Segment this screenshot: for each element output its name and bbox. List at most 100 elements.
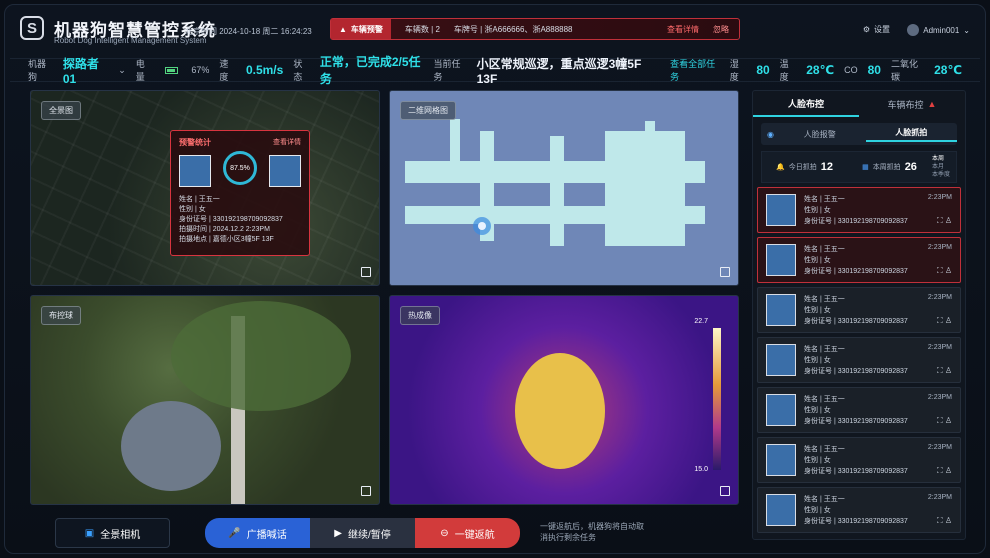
panorama-camera-button[interactable]: ▣ 全景相机 bbox=[55, 518, 170, 548]
person-icon[interactable]: ♙ bbox=[945, 516, 952, 525]
capture-card[interactable]: 姓名 | 王五一 性别 | 女 身份证号 | 33019219870909283… bbox=[757, 337, 961, 383]
task-value: 小区常规巡逻，重点巡逻3幢5F 13F bbox=[476, 56, 642, 86]
person-icon[interactable]: ♙ bbox=[945, 266, 952, 275]
camera-panel[interactable]: 布控球 bbox=[30, 295, 380, 505]
return-home-button[interactable]: ⊖ 一键返航 bbox=[415, 518, 520, 548]
camera-tag: 布控球 bbox=[41, 306, 81, 325]
capture-card[interactable]: 姓名 | 王五一 性别 | 女 身份证号 | 33019219870909283… bbox=[757, 237, 961, 283]
capture-card[interactable]: 姓名 | 王五一 性别 | 女 身份证号 | 33019219870909283… bbox=[757, 187, 961, 233]
thermal-panel[interactable]: 热成像 22.7 15.0 bbox=[389, 295, 739, 505]
battery-label: 电量 bbox=[135, 59, 145, 82]
card-info: 姓名 | 王五一 性别 | 女 身份证号 | 33019219870909283… bbox=[804, 444, 908, 477]
card-actions: ⛶ ♙ bbox=[937, 266, 952, 276]
avatar bbox=[907, 24, 920, 36]
tab-vehicle-control[interactable]: 车辆布控 ▲ bbox=[859, 91, 965, 117]
period-week[interactable]: 本周 bbox=[932, 155, 950, 163]
card-gender: 性别 | 女 bbox=[804, 457, 831, 464]
pause-resume-button[interactable]: ▶ 继续/暂停 bbox=[310, 518, 415, 548]
capture-card[interactable]: 姓名 | 王五一 性别 | 女 身份证号 | 33019219870909283… bbox=[757, 387, 961, 433]
expand-icon[interactable]: ⛶ bbox=[937, 266, 943, 275]
capture-card[interactable]: 姓名 | 王五一 性别 | 女 身份证号 | 33019219870909283… bbox=[757, 437, 961, 483]
panorama-label: 全景相机 bbox=[100, 529, 141, 541]
tab-face-control[interactable]: 人脸布控 bbox=[753, 91, 859, 117]
tab-face-alert[interactable]: 人脸报警 bbox=[774, 129, 866, 140]
camera-icon: ◉ bbox=[767, 129, 774, 139]
alert-plates: 车牌号 | 浙A666666、浙A888888 bbox=[453, 24, 573, 34]
chevron-down-icon: ⌄ bbox=[118, 64, 126, 75]
chevron-down-icon: ⌄ bbox=[963, 25, 970, 35]
grid-tag: 二维网格图 bbox=[400, 101, 456, 120]
co2-value: 28℃ bbox=[934, 63, 962, 77]
expand-icon[interactable]: ⛶ bbox=[937, 216, 943, 225]
person-icon[interactable]: ♙ bbox=[945, 216, 952, 225]
today-capture: 🔔 今日抓拍 12 bbox=[762, 161, 847, 173]
popup-place: 拍摄地点 | 嘉德小区3幢5F 13F bbox=[179, 236, 274, 243]
alert-detail-link[interactable]: 查看详情 bbox=[667, 24, 699, 35]
robot-label: 机器狗 bbox=[28, 59, 47, 82]
speed-label: 速度 bbox=[219, 59, 229, 82]
alert-ignore-button[interactable]: 忽略 bbox=[713, 24, 729, 35]
state-value: 正常，已完成2/5任务 bbox=[319, 55, 421, 86]
person-icon[interactable]: ♙ bbox=[945, 366, 952, 375]
card-name: 姓名 | 王五一 bbox=[804, 246, 845, 253]
header: S 机器狗智慧管控系统 Robot Dog Intelligent Manage… bbox=[10, 10, 980, 52]
face-photo bbox=[766, 394, 796, 426]
warning-icon: ▲ bbox=[339, 24, 347, 34]
card-name: 姓名 | 王五一 bbox=[804, 396, 845, 403]
fullscreen-icon[interactable] bbox=[720, 267, 730, 277]
return-icon: ⊖ bbox=[440, 527, 449, 539]
capture-card[interactable]: 姓名 | 王五一 性别 | 女 身份证号 | 33019219870909283… bbox=[757, 287, 961, 333]
humidity-value: 80 bbox=[756, 63, 770, 77]
capture-list: 姓名 | 王五一 性别 | 女 身份证号 | 33019219870909283… bbox=[757, 187, 961, 535]
return-note: 一键返航后，机器狗将自动取消执行剩余任务 bbox=[540, 522, 644, 542]
week-label: 本周抓拍 bbox=[872, 164, 901, 171]
expand-icon[interactable]: ⛶ bbox=[937, 366, 943, 375]
sub-tabs: ◉ 人脸报警 人脸抓拍 bbox=[761, 123, 958, 145]
card-info: 姓名 | 王五一 性别 | 女 身份证号 | 33019219870909283… bbox=[804, 344, 908, 377]
broadcast-label: 广播喊话 bbox=[246, 529, 287, 541]
settings-button[interactable]: ⚙ 设置 bbox=[863, 24, 890, 35]
card-name: 姓名 | 王五一 bbox=[804, 296, 845, 303]
card-gender: 性别 | 女 bbox=[804, 307, 831, 314]
expand-icon[interactable]: ⛶ bbox=[937, 316, 943, 325]
card-id: 身份证号 | 330192198709092837 bbox=[804, 518, 908, 525]
card-time: 2:23PM bbox=[927, 194, 952, 201]
gear-icon: ⚙ bbox=[862, 25, 870, 34]
fullscreen-icon[interactable] bbox=[361, 486, 371, 496]
user-menu[interactable]: Admin001 ⌄ bbox=[907, 24, 970, 36]
capture-card[interactable]: 姓名 | 王五一 性别 | 女 身份证号 | 33019219870909283… bbox=[757, 487, 961, 533]
card-id: 身份证号 | 330192198709092837 bbox=[804, 468, 908, 475]
card-info: 姓名 | 王五一 性别 | 女 身份证号 | 33019219870909283… bbox=[804, 194, 908, 227]
tab-face-capture[interactable]: 人脸抓拍 bbox=[865, 127, 958, 142]
co-value: 80 bbox=[867, 63, 881, 77]
view-all-tasks-link[interactable]: 查看全部任务 bbox=[670, 57, 720, 83]
warning-icon: ▲ bbox=[927, 99, 937, 109]
vehicle-alert-bar: ▲ 车辆预警 车辆数 | 2 车牌号 | 浙A666666、浙A888888 查… bbox=[330, 18, 740, 40]
popup-detail-link[interactable]: 查看详情 bbox=[273, 137, 301, 147]
person-icon[interactable]: ♙ bbox=[945, 316, 952, 325]
card-time: 2:23PM bbox=[927, 344, 952, 351]
person-icon[interactable]: ♙ bbox=[945, 466, 952, 475]
camera-scene-svg bbox=[121, 301, 351, 504]
fullscreen-icon[interactable] bbox=[361, 267, 371, 277]
expand-icon[interactable]: ⛶ bbox=[937, 416, 943, 425]
period-month[interactable]: 本月 bbox=[932, 163, 950, 171]
expand-icon[interactable]: ⛶ bbox=[937, 516, 943, 525]
grid-map-panel[interactable]: 二维网格图 bbox=[389, 90, 739, 286]
period-quarter[interactable]: 本季度 bbox=[932, 171, 950, 179]
broadcast-button[interactable]: 🎤 广播喊话 bbox=[205, 518, 310, 548]
robot-value[interactable]: 探路者01 bbox=[63, 55, 108, 86]
card-actions: ⛶ ♙ bbox=[937, 466, 952, 476]
card-actions: ⛶ ♙ bbox=[937, 516, 952, 526]
fullscreen-icon[interactable] bbox=[720, 486, 730, 496]
face-photo bbox=[766, 194, 796, 226]
card-id: 身份证号 | 330192198709092837 bbox=[804, 368, 908, 375]
face-photo bbox=[766, 494, 796, 526]
speed-value: 0.5m/s bbox=[245, 63, 284, 77]
today-value: 12 bbox=[820, 161, 833, 173]
user-name: Admin001 bbox=[923, 25, 960, 35]
week-value: 26 bbox=[904, 161, 917, 173]
period-selector[interactable]: 本周 本月 本季度 bbox=[932, 155, 950, 179]
person-icon[interactable]: ♙ bbox=[945, 416, 952, 425]
expand-icon[interactable]: ⛶ bbox=[937, 466, 943, 475]
